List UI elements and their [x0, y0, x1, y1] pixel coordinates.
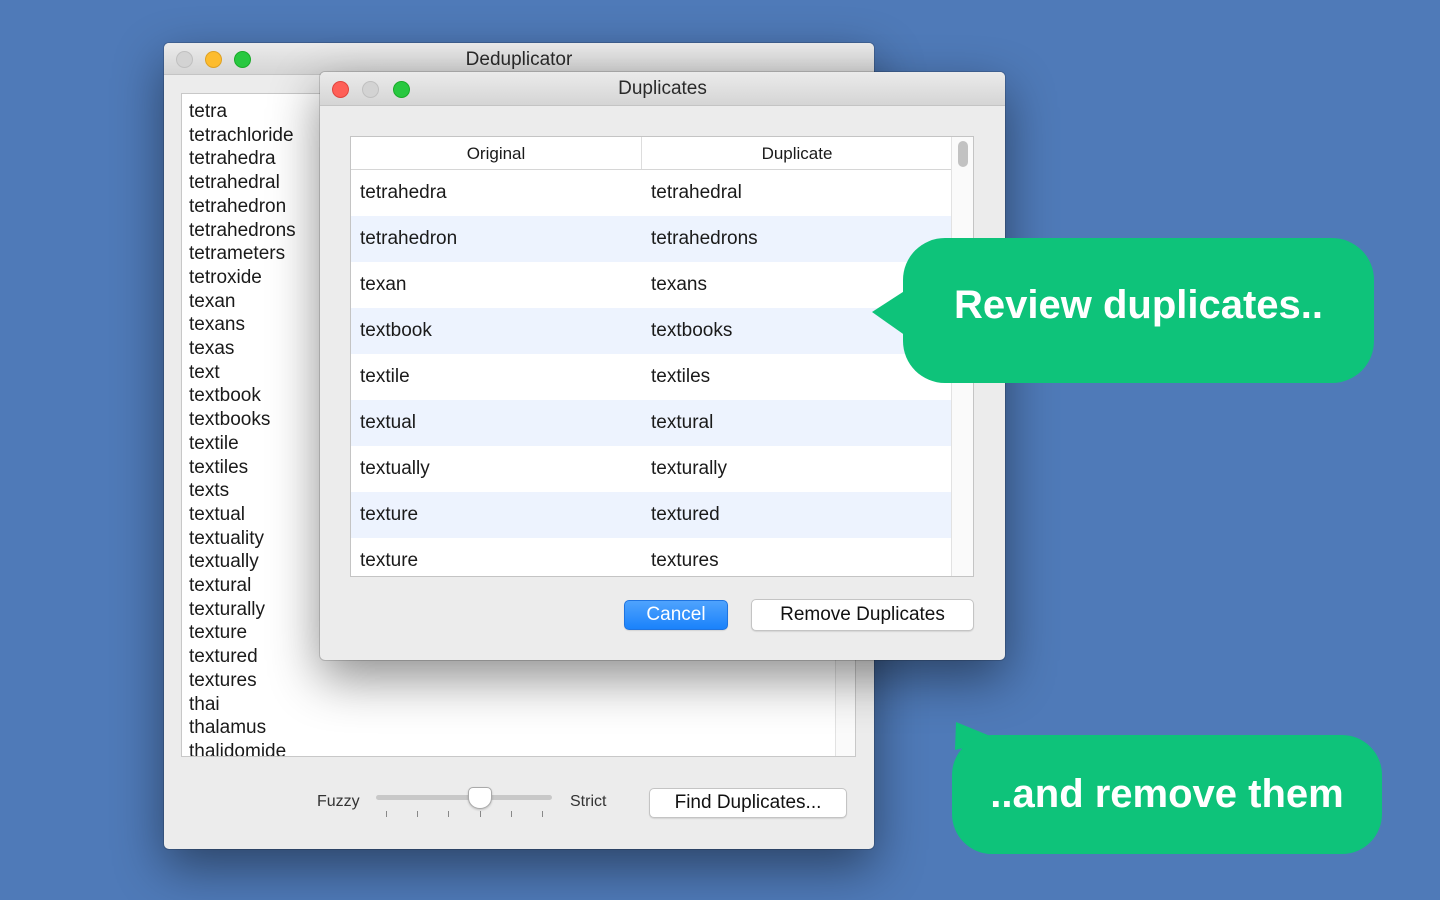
slider-track	[376, 795, 552, 800]
word-list-item[interactable]: textured	[189, 645, 296, 669]
duplicate-cell: textural	[651, 412, 714, 433]
word-list-item[interactable]: tetra	[189, 100, 296, 124]
word-list-item[interactable]: textbooks	[189, 408, 296, 432]
slider-tick	[417, 811, 419, 817]
word-list-item[interactable]: tetrahedron	[189, 195, 296, 219]
table-row[interactable]: texture textures	[351, 538, 952, 576]
word-list-item[interactable]: tetrameters	[189, 242, 296, 266]
word-list-item[interactable]: tetrahedral	[189, 171, 296, 195]
word-list-item[interactable]: textures	[189, 669, 296, 693]
word-list-item[interactable]: text	[189, 361, 296, 385]
word-list-item[interactable]: textuality	[189, 527, 296, 551]
word-list-item[interactable]: tetrachloride	[189, 124, 296, 148]
strictness-slider[interactable]	[376, 787, 552, 817]
original-cell: texan	[360, 274, 407, 295]
word-list-item[interactable]: texans	[189, 313, 296, 337]
original-cell: texture	[360, 504, 419, 525]
table-header: Original Duplicate	[351, 137, 952, 170]
word-list-item[interactable]: textbook	[189, 384, 296, 408]
slider-thumb[interactable]	[467, 787, 492, 809]
word-list-item[interactable]: textiles	[189, 456, 296, 480]
table-row[interactable]: textile textiles	[351, 354, 952, 400]
minimize-button[interactable]	[205, 51, 222, 68]
original-cell: tetrahedron	[360, 228, 458, 249]
word-list-item[interactable]: thalamus	[189, 716, 296, 740]
duplicates-dialog: Duplicates Original Duplicate tetrahedra…	[320, 72, 1005, 660]
table-row[interactable]: tetrahedron tetrahedrons	[351, 216, 952, 262]
close-button-disabled[interactable]	[176, 51, 193, 68]
original-cell: tetrahedra	[360, 182, 447, 203]
slider-tick	[542, 811, 543, 817]
strict-label: Strict	[570, 793, 607, 810]
close-button[interactable]	[332, 81, 349, 98]
main-title-bar: Deduplicator	[164, 43, 874, 75]
duplicate-cell: texturally	[651, 458, 728, 479]
word-list-item[interactable]: textually	[189, 550, 296, 574]
zoom-button[interactable]	[393, 81, 410, 98]
column-header-duplicate[interactable]: Duplicate	[642, 137, 952, 169]
word-list-item[interactable]: thai	[189, 693, 296, 717]
table-row[interactable]: texan texans	[351, 262, 952, 308]
table-row[interactable]: textbook textbooks	[351, 308, 952, 354]
slider-tick	[479, 811, 481, 817]
find-duplicates-button[interactable]: Find Duplicates...	[649, 788, 847, 818]
duplicate-cell: tetrahedrons	[651, 228, 758, 249]
main-window-title: Deduplicator	[465, 49, 573, 70]
word-list-item[interactable]: textile	[189, 432, 296, 456]
callout-pointer	[872, 290, 906, 336]
word-list-item[interactable]: tetroxide	[189, 266, 296, 290]
word-list-item[interactable]: texts	[189, 479, 296, 503]
word-list-item[interactable]: texan	[189, 290, 296, 314]
table-row[interactable]: textually texturally	[351, 446, 952, 492]
original-cell: texture	[360, 550, 419, 571]
original-cell: textual	[360, 412, 416, 433]
table-row[interactable]: texture textured	[351, 492, 952, 538]
word-list-item[interactable]: textural	[189, 574, 296, 598]
cancel-button[interactable]: Cancel	[624, 600, 728, 630]
fuzzy-label: Fuzzy	[317, 793, 360, 810]
table-row[interactable]: textual textural	[351, 400, 952, 446]
word-list-item[interactable]: texture	[189, 621, 296, 645]
slider-tick	[510, 811, 512, 817]
duplicate-cell: textured	[651, 504, 720, 525]
duplicates-table: Original Duplicate tetrahedra tetrahedral…	[350, 136, 974, 577]
dialog-title-bar: Duplicates	[320, 72, 1005, 106]
duplicate-cell: tetrahedral	[651, 182, 742, 203]
scrollbar-thumb[interactable]	[958, 141, 968, 167]
word-list-items: tetra tetrachloride tetrahedra tetrahedral t…	[189, 100, 296, 756]
word-list-item[interactable]: tetrahedra	[189, 147, 296, 171]
word-list-item[interactable]: thalidomide	[189, 740, 296, 756]
minimize-button-disabled	[362, 81, 379, 98]
word-list-item[interactable]: texas	[189, 337, 296, 361]
duplicate-cell: textures	[651, 550, 719, 571]
table-row[interactable]: tetrahedra tetrahedral	[351, 170, 952, 216]
word-list-item[interactable]: textual	[189, 503, 296, 527]
remove-duplicates-button[interactable]: Remove Duplicates	[751, 599, 974, 631]
duplicate-cell: textiles	[651, 366, 711, 387]
zoom-button[interactable]	[234, 51, 251, 68]
column-header-original[interactable]: Original	[351, 137, 642, 169]
slider-tick	[448, 811, 450, 817]
remove-callout: ..and remove them	[952, 735, 1382, 854]
slider-tick	[386, 811, 387, 817]
review-callout: Review duplicates..	[903, 238, 1374, 383]
original-cell: textually	[360, 458, 430, 479]
original-cell: textbook	[360, 320, 432, 341]
original-cell: textile	[360, 366, 410, 387]
word-list-item[interactable]: tetrahedrons	[189, 219, 296, 243]
dialog-title: Duplicates	[618, 78, 707, 99]
word-list-item[interactable]: texturally	[189, 598, 296, 622]
